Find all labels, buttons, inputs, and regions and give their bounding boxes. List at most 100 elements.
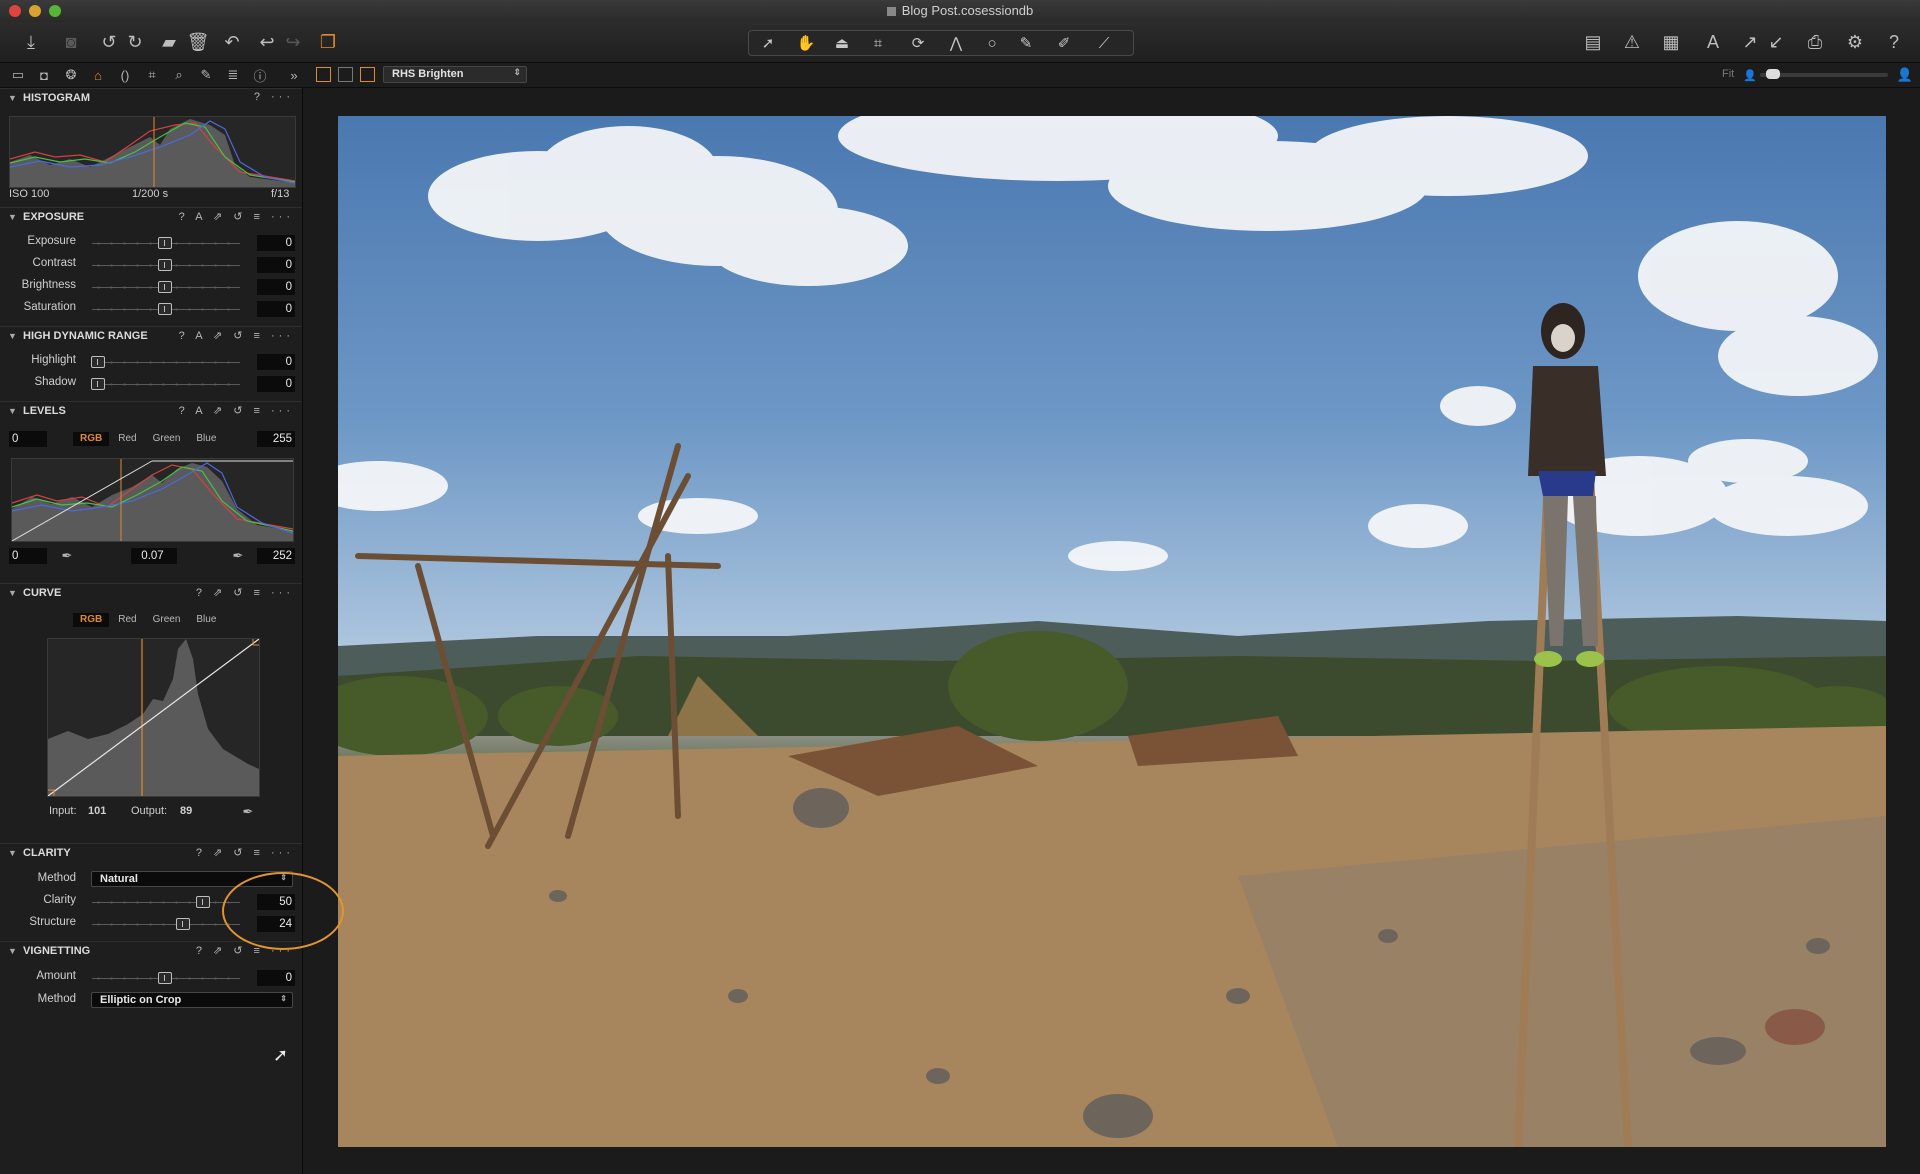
photo-preview[interactable] <box>338 116 1886 1147</box>
vignetting-amount-slider[interactable] <box>92 972 240 984</box>
metadata-tab-icon[interactable]: ≣ <box>224 66 242 84</box>
details-tab-icon[interactable]: ⌕ <box>170 66 188 84</box>
shadow-slider[interactable] <box>91 378 240 390</box>
trash-icon[interactable]: 🗑 <box>185 29 211 55</box>
channel-tab-blue[interactable]: Blue <box>189 613 223 627</box>
viewer-layout-icon[interactable]: ▤ <box>1580 29 1606 55</box>
help-icon[interactable]: ? <box>1881 29 1907 55</box>
collapse-triangle-icon[interactable]: ▼ <box>8 331 17 341</box>
exposure-slider[interactable] <box>92 237 240 249</box>
levels-input-high[interactable]: 255 <box>257 431 295 447</box>
browser-grid-icon[interactable] <box>316 67 331 82</box>
collapse-triangle-icon[interactable]: ▼ <box>8 212 17 222</box>
copy-adjust-icon[interactable]: ↗ <box>1737 29 1763 55</box>
structure-slider[interactable] <box>92 918 240 930</box>
slider-knob[interactable] <box>158 281 172 293</box>
viewer-toggle-icon[interactable] <box>360 67 375 82</box>
grid-icon[interactable]: ▦ <box>1658 29 1684 55</box>
collapse-triangle-icon[interactable]: ▼ <box>8 848 17 858</box>
panel-actions[interactable]: ? A ⇗ ↺ ≡ ··· <box>179 329 294 342</box>
rotate-left-icon[interactable]: ↺ <box>96 29 122 55</box>
zoom-slider-knob[interactable] <box>1766 69 1780 79</box>
undo-history-icon[interactable]: ↶ <box>219 29 245 55</box>
vignetting-method-select[interactable]: Elliptic on Crop ⇕ <box>91 992 293 1008</box>
pick-icon[interactable]: ⟋ <box>1091 33 1117 53</box>
levels-output-low[interactable]: 0 <box>9 548 47 564</box>
brightness-value[interactable]: 0 <box>257 279 295 295</box>
levels-panel-header[interactable]: ▼ LEVELS ? A ⇗ ↺ ≡ ··· <box>0 401 302 420</box>
import-icon[interactable]: ⤓ <box>18 29 44 55</box>
exposure-tab-icon[interactable]: ⌂ <box>89 66 107 84</box>
slider-knob[interactable] <box>91 356 105 368</box>
redo-icon[interactable]: ↪ <box>280 29 306 55</box>
library-tab-icon[interactable]: ▭ <box>9 66 27 84</box>
slider-knob[interactable] <box>158 259 172 271</box>
channel-tab-green[interactable]: Green <box>146 432 188 446</box>
more-tabs-icon[interactable]: » <box>285 66 303 84</box>
undo-icon[interactable]: ↩ <box>254 29 280 55</box>
style-preset-select[interactable]: RHS Brighten ⇕ <box>383 66 527 83</box>
browser-single-icon[interactable] <box>338 67 353 82</box>
settings-icon[interactable]: ⚙ <box>1842 29 1868 55</box>
erase-icon[interactable]: ✐ <box>1051 33 1077 53</box>
circle-mask-icon[interactable]: ○ <box>979 33 1005 53</box>
channel-tab-red[interactable]: Red <box>111 432 143 446</box>
brush-icon[interactable]: ✎ <box>1013 33 1039 53</box>
levels-input-low[interactable]: 0 <box>9 431 47 447</box>
exposure-panel-header[interactable]: ▼ EXPOSURE ? A ⇗ ↺ ≡ ··· <box>0 207 302 226</box>
contrast-value[interactable]: 0 <box>257 257 295 273</box>
rotate-icon[interactable]: ⟳ <box>905 33 931 53</box>
variants-icon[interactable]: ❐ <box>315 29 341 55</box>
saturation-value[interactable]: 0 <box>257 301 295 317</box>
saturation-slider[interactable] <box>92 303 240 315</box>
eyedropper-white-icon[interactable]: ✒ <box>229 547 247 565</box>
vignetting-amount-value[interactable]: 0 <box>257 970 295 986</box>
channel-tab-rgb[interactable]: RGB <box>73 432 110 446</box>
curve-picker-icon[interactable]: ✒ <box>239 803 257 821</box>
crop-icon[interactable]: ⌗ <box>865 33 891 53</box>
slider-knob[interactable] <box>196 896 210 908</box>
rotate-right-icon[interactable]: ↻ <box>122 29 148 55</box>
levels-histogram[interactable] <box>11 458 294 542</box>
shadow-value[interactable]: 0 <box>257 376 295 392</box>
levels-output-high[interactable]: 252 <box>257 548 295 564</box>
channel-tab-blue[interactable]: Blue <box>189 432 223 446</box>
channel-tab-red[interactable]: Red <box>111 613 143 627</box>
slider-knob[interactable] <box>158 972 172 984</box>
highlight-slider[interactable] <box>91 356 240 368</box>
curve-panel-header[interactable]: ▼ CURVE ? ⇗ ↺ ≡ ··· <box>0 583 302 602</box>
collapse-triangle-icon[interactable]: ▼ <box>8 588 17 598</box>
clarity-panel-header[interactable]: ▼ CLARITY ? ⇗ ↺ ≡ ··· <box>0 843 302 862</box>
keystone-lines-icon[interactable]: ⋀ <box>943 33 969 53</box>
select-icon[interactable]: ➚ <box>755 33 781 53</box>
slider-knob[interactable] <box>91 378 105 390</box>
color-tab-icon[interactable]: ❂ <box>62 66 80 84</box>
panel-actions[interactable]: ? A ⇗ ↺ ≡ ··· <box>179 404 294 417</box>
hdr-panel-header[interactable]: ▼ HIGH DYNAMIC RANGE ? A ⇗ ↺ ≡ ··· <box>0 326 302 345</box>
curve-graph[interactable] <box>47 638 260 797</box>
slider-knob[interactable] <box>176 918 190 930</box>
hand-icon[interactable]: ✋ <box>793 33 819 53</box>
annotate-icon[interactable]: A <box>1700 29 1726 55</box>
panel-actions[interactable]: ? ··· <box>254 91 294 103</box>
panel-actions[interactable]: ? A ⇗ ↺ ≡ ··· <box>179 210 294 223</box>
panel-actions[interactable]: ? ⇗ ↺ ≡ ··· <box>196 846 294 859</box>
collapse-triangle-icon[interactable]: ▼ <box>8 946 17 956</box>
channel-tab-green[interactable]: Green <box>146 613 188 627</box>
camera-icon[interactable]: ◙ <box>58 29 84 55</box>
composition-tab-icon[interactable]: ⌗ <box>143 66 161 84</box>
clarity-slider[interactable] <box>92 896 240 908</box>
slider-knob[interactable] <box>158 303 172 315</box>
collapse-triangle-icon[interactable]: ▼ <box>8 93 17 103</box>
move-to-icon[interactable]: ▰ <box>156 29 182 55</box>
slider-knob[interactable] <box>158 237 172 249</box>
collapse-triangle-icon[interactable]: ▼ <box>8 406 17 416</box>
local-adjust-tab-icon[interactable]: ✎ <box>197 66 215 84</box>
histogram-panel-header[interactable]: ▼ HISTOGRAM ? ··· <box>0 88 302 107</box>
channel-tab-rgb[interactable]: RGB <box>73 613 110 627</box>
contrast-slider[interactable] <box>92 259 240 271</box>
highlight-value[interactable]: 0 <box>257 354 295 370</box>
paste-adjust-icon[interactable]: ↙ <box>1763 29 1789 55</box>
brightness-slider[interactable] <box>92 281 240 293</box>
lens-tab-icon[interactable]: () <box>116 66 134 84</box>
